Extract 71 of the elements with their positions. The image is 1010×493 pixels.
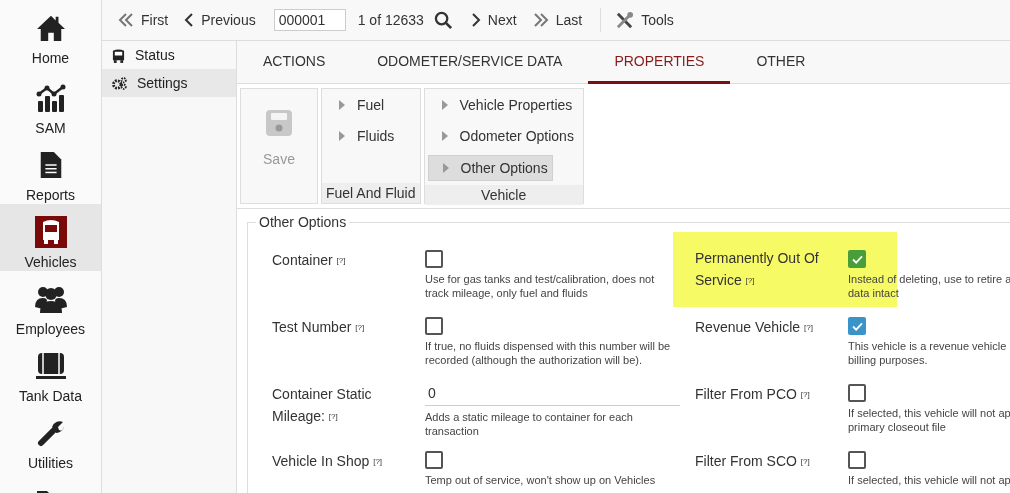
checkbox[interactable] [425,250,443,268]
ribbon-item[interactable]: Fuel [325,93,417,117]
chevron-left-icon [184,13,195,27]
tank-icon [35,352,66,380]
checkbox[interactable] [848,451,866,469]
subnav-item[interactable]: Settings [102,69,236,97]
document-icon [38,151,63,179]
nav-item[interactable]: Employees [0,271,101,338]
nav-item[interactable]: Home [0,0,101,70]
checkbox[interactable] [848,317,866,335]
field-description: If selected, this vehicle will not ap primary closeout file [848,406,1010,434]
next-button[interactable]: Next [466,8,525,32]
field-description: If selected, this vehicle will not ap [848,473,1010,487]
field-description: Use for gas tanks and test/calibration, does not track mileage, only fuel and fluids [425,272,656,300]
ribbon-item[interactable]: Odometer Options [427,124,580,148]
record-count: 1 of 12633 [357,12,424,28]
people-icon [34,285,67,313]
double-chevron-right-icon [532,13,549,27]
tools-icon [615,10,635,30]
triangle-right-icon [441,131,448,141]
double-chevron-left-icon [118,13,134,27]
tools-button[interactable]: Tools [611,6,682,34]
chevron-right-icon [470,13,481,27]
field-label: Container [?] [272,251,347,270]
checkmark-icon [851,321,863,331]
ribbon-group-title: Fuel And Fluid [322,183,420,203]
tab[interactable]: ODOMETER/SERVICE DATA [351,41,589,84]
ribbon-item[interactable]: Fluids [325,124,417,148]
tab[interactable]: ACTIONS [237,41,352,84]
nav-item[interactable]: Reports [0,137,101,204]
checkmark-icon [851,254,863,264]
checkbox[interactable] [848,384,866,402]
section-title: Other Options [256,214,350,230]
record-number-field[interactable]: 000001 [273,9,346,31]
field-label: Filter From PCO [?] [695,385,811,404]
bus-icon [112,47,125,63]
checkbox[interactable] [425,317,443,335]
number-field[interactable]: 0 [425,385,680,406]
house-icon [35,14,66,42]
field-label: Vehicle In Shop [?] [272,452,384,471]
field-label: Container Static Mileage: [?] [272,385,373,426]
wrench-icon [36,419,65,447]
field-description: Adds a static mileage to container for each transaction [425,410,634,438]
checkbox[interactable] [425,451,443,469]
chart-icon [35,84,66,112]
triangle-right-icon [339,100,345,110]
search-icon[interactable] [433,10,453,30]
field-label: Revenue Vehicle [?] [695,318,814,337]
field-label: Filter From SCO [?] [695,452,811,471]
nav-item[interactable]: SAM [0,70,101,137]
tab[interactable]: OTHER [730,41,832,84]
ribbon-group-title: Vehicle [424,185,583,205]
field-description: Temp out of service, won't show up on Vehicles [425,473,657,487]
field-label: Test Number [?] [272,318,366,337]
nav-item[interactable]: Utilities [0,405,101,472]
ribbon-item[interactable]: Vehicle Properties [427,93,580,117]
ribbon-item[interactable]: Other Options [427,155,553,181]
triangle-right-icon [441,100,448,110]
nav-item[interactable]: Vehicles [0,204,101,271]
first-button[interactable]: First [114,8,177,32]
bus-icon [34,216,67,248]
field-description: If true, no fluids dispensed with this number will be recorded (although the authorization will be). [425,339,672,367]
nav-item[interactable]: Tank Data [0,338,101,405]
last-button[interactable]: Last [528,8,591,32]
triangle-right-icon [339,131,345,141]
previous-button[interactable]: Previous [180,8,264,32]
subnav-item[interactable]: Status [102,41,236,69]
field-label: Permanently Out Of Service [?] [695,249,820,290]
triangle-right-icon [442,163,449,173]
checkbox[interactable] [848,250,866,268]
field-description: This vehicle is a revenue vehicle billing purposes. [848,339,1008,367]
